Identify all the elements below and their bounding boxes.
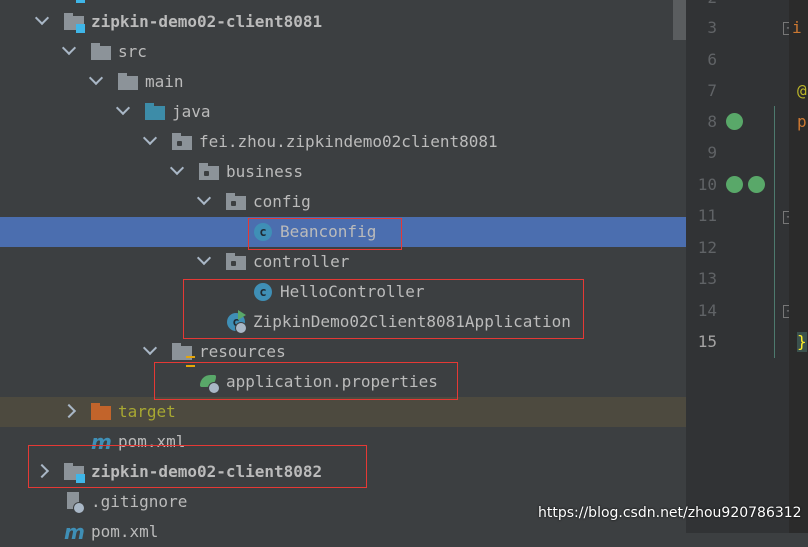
folder-icon bbox=[118, 73, 138, 90]
line-number: 15 bbox=[697, 332, 717, 351]
line-number: 14 bbox=[697, 301, 717, 320]
target-icon bbox=[91, 402, 111, 422]
module-icon bbox=[64, 12, 85, 33]
java-icon bbox=[145, 102, 165, 122]
chevron-down-icon[interactable] bbox=[34, 10, 50, 26]
tree-item[interactable]: zipkin-demo02-client8081 bbox=[0, 7, 686, 37]
spring-bean-navigate-icon[interactable] bbox=[726, 176, 743, 193]
line-number: 11 bbox=[697, 206, 717, 225]
tree-item-label: zipkin-demo02-client8081 bbox=[91, 12, 323, 31]
chevron-down-icon[interactable] bbox=[88, 70, 104, 86]
folder-icon bbox=[91, 42, 111, 62]
chevron-right-icon[interactable] bbox=[61, 403, 77, 419]
chevron-down-icon[interactable] bbox=[61, 40, 77, 56]
highlight-box-controller-app bbox=[183, 279, 584, 339]
tree-item-label: business bbox=[226, 162, 304, 181]
line-number: 10 bbox=[697, 175, 717, 194]
module-badge-icon bbox=[76, 0, 85, 3]
maven-icon: m bbox=[64, 520, 85, 544]
highlight-box-properties bbox=[154, 362, 458, 400]
tree-item[interactable]: java bbox=[0, 97, 686, 127]
package-icon bbox=[199, 163, 219, 180]
ignore-icon bbox=[64, 492, 85, 514]
tree-item[interactable]: fei.zhou.zipkindemo02client8081 bbox=[0, 127, 686, 157]
line-number: 2 bbox=[707, 0, 717, 8]
maven-icon: m bbox=[64, 520, 85, 544]
tree-item-label: java bbox=[172, 102, 211, 121]
excluded-folder-icon bbox=[91, 403, 111, 420]
package-dot-icon bbox=[231, 261, 236, 266]
tree-item[interactable] bbox=[0, 0, 686, 7]
tree-item-label: fei.zhou.zipkindemo02client8081 bbox=[199, 132, 498, 151]
source-folder-icon bbox=[145, 103, 165, 120]
tree-item-label: src bbox=[118, 42, 147, 61]
folder-icon bbox=[118, 72, 138, 92]
tree-scrollbar[interactable] bbox=[673, 0, 686, 40]
tree-item[interactable]: controller bbox=[0, 247, 686, 277]
package-dot-icon bbox=[204, 171, 209, 176]
chevron-down-icon[interactable] bbox=[115, 100, 131, 116]
package-icon bbox=[172, 132, 192, 152]
line-number: 7 bbox=[707, 81, 717, 100]
tree-item-label: controller bbox=[253, 252, 350, 271]
package-dot-icon bbox=[231, 201, 236, 206]
tree-item[interactable]: src bbox=[0, 37, 686, 67]
tree-item[interactable]: business bbox=[0, 157, 686, 187]
package-icon bbox=[226, 193, 246, 210]
resources-icon bbox=[172, 342, 195, 367]
chevron-down-icon[interactable] bbox=[169, 160, 185, 176]
spring-bean-check-icon[interactable] bbox=[748, 176, 765, 193]
tree-item-label: target bbox=[118, 402, 176, 421]
highlight-box-client8082 bbox=[28, 445, 367, 488]
tree-item-label: main bbox=[145, 72, 184, 91]
tree-item-label: resources bbox=[199, 342, 286, 361]
code-editor[interactable]: i @ p } bbox=[789, 0, 808, 533]
package-icon bbox=[226, 252, 246, 272]
tree-item-label: .gitignore bbox=[91, 492, 188, 511]
tree-item-label: config bbox=[253, 192, 311, 211]
line-number: 9 bbox=[707, 143, 717, 162]
vcs-change-marker bbox=[774, 106, 775, 358]
line-number: 12 bbox=[697, 238, 717, 257]
tree-item[interactable]: target bbox=[0, 397, 686, 427]
spring-bean-icon[interactable] bbox=[726, 113, 743, 130]
package-icon bbox=[226, 253, 246, 270]
code-import: i bbox=[792, 18, 802, 37]
code-public: p bbox=[797, 112, 807, 131]
tree-item[interactable]: main bbox=[0, 67, 686, 97]
line-number: 3 bbox=[707, 18, 717, 37]
code-annotation: @ bbox=[797, 81, 807, 100]
chevron-down-icon[interactable] bbox=[196, 190, 212, 206]
chevron-down-icon[interactable] bbox=[196, 250, 212, 266]
package-icon bbox=[172, 133, 192, 150]
highlight-box-beanconfig bbox=[248, 218, 402, 250]
module-icon bbox=[64, 0, 85, 3]
chevron-down-icon[interactable] bbox=[142, 340, 158, 356]
code-closing-brace: } bbox=[797, 332, 807, 352]
tree-item-label: pom.xml bbox=[91, 522, 159, 541]
ignore-badge-icon bbox=[73, 502, 85, 514]
package-icon bbox=[226, 192, 246, 212]
folder-icon bbox=[91, 43, 111, 60]
line-number: 13 bbox=[697, 269, 717, 288]
tree-item[interactable]: m pom.xml bbox=[0, 517, 686, 547]
package-icon bbox=[199, 162, 219, 182]
line-number: 8 bbox=[707, 112, 717, 131]
chevron-down-icon[interactable] bbox=[142, 130, 158, 146]
watermark: https://blog.csdn.net/zhou920786312 bbox=[538, 505, 802, 521]
line-number: 6 bbox=[707, 50, 717, 69]
editor-gutter: + − − 236789101112131415 bbox=[686, 0, 796, 533]
package-dot-icon bbox=[177, 141, 182, 146]
module-badge-icon bbox=[76, 24, 85, 33]
tree-item[interactable]: config bbox=[0, 187, 686, 217]
